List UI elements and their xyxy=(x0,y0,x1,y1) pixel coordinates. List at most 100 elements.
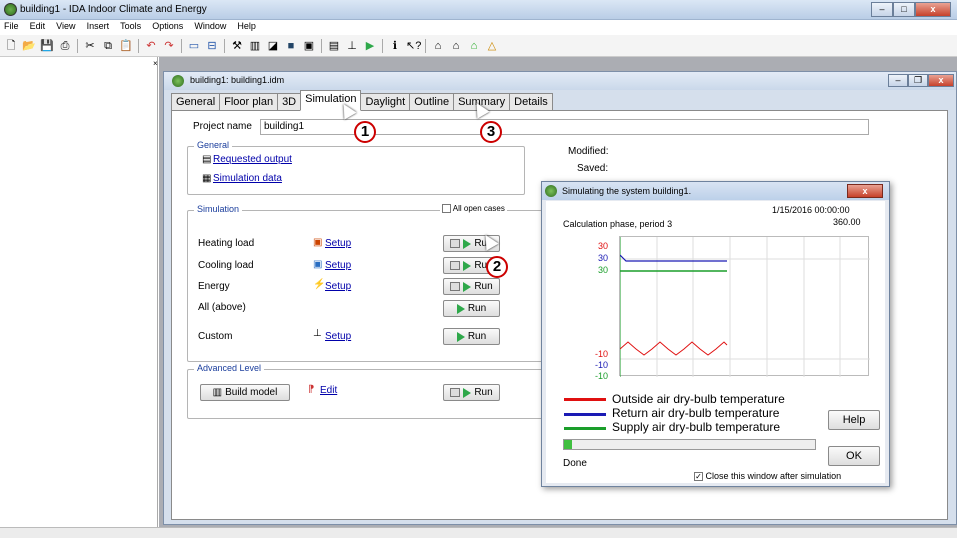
doc-minimize-button[interactable]: – xyxy=(888,74,908,87)
menu-edit[interactable]: Edit xyxy=(30,21,46,31)
open-icon[interactable]: 📂 xyxy=(22,39,36,53)
menu-tools[interactable]: Tools xyxy=(120,21,141,31)
close-pane-icon[interactable]: × xyxy=(153,59,158,68)
menu-window[interactable]: Window xyxy=(194,21,226,31)
custom-run-button[interactable]: Run xyxy=(443,328,500,345)
doc-close-button[interactable]: x xyxy=(928,74,954,87)
energy-run-button[interactable]: Run xyxy=(443,278,500,295)
dialog-body: 1/15/2016 00:00:00 Calculation phase, pe… xyxy=(546,201,885,483)
save-icon[interactable]: 💾 xyxy=(40,39,54,53)
cooling-load-label: Cooling load xyxy=(198,260,254,271)
menu-options[interactable]: Options xyxy=(152,21,183,31)
report-icon[interactable]: ▤ xyxy=(327,39,341,53)
run-icon xyxy=(456,303,465,314)
print-icon[interactable]: ⎙ xyxy=(58,39,72,53)
building-icon-b[interactable]: ⌂ xyxy=(449,39,463,53)
requested-output-icon: ▤ xyxy=(202,154,212,165)
info-icon[interactable]: ℹ xyxy=(388,39,402,53)
cut-icon[interactable]: ✂ xyxy=(83,39,97,53)
tab-daylight[interactable]: Daylight xyxy=(360,93,411,111)
menu-insert[interactable]: Insert xyxy=(87,21,110,31)
simulation-group-title: Simulation xyxy=(194,204,243,214)
chart-icon[interactable]: ⊥ xyxy=(345,39,359,53)
y-label-return-top: 30 xyxy=(598,253,609,263)
modified-label: Modified: xyxy=(568,146,609,157)
all-run-button[interactable]: Run xyxy=(443,300,500,317)
tab-general[interactable]: General xyxy=(171,93,221,111)
building-icon-d[interactable]: △ xyxy=(485,39,499,53)
tool-icon-a[interactable]: ⚒ xyxy=(230,39,244,53)
toolbar-separator xyxy=(382,38,383,53)
window-icon[interactable]: ▭ xyxy=(187,39,201,53)
callout-3: 3 xyxy=(480,121,502,143)
close-after-label: Close this window after simulation xyxy=(705,471,842,481)
left-pane: × xyxy=(0,57,158,527)
ok-button[interactable]: OK xyxy=(828,446,880,466)
minimize-button[interactable]: – xyxy=(871,2,893,17)
cooling-setup-link[interactable]: Setup xyxy=(325,260,351,271)
tool-icon-e[interactable]: ▣ xyxy=(302,39,316,53)
building-icon-c[interactable]: ⌂ xyxy=(467,39,481,53)
new-icon[interactable]: 🗋 xyxy=(4,39,18,53)
split-icon[interactable]: ⊟ xyxy=(205,39,219,53)
custom-label: Custom xyxy=(198,331,233,342)
building-icon-a[interactable]: ⌂ xyxy=(431,39,445,53)
copy-icon[interactable]: ⧉ xyxy=(101,39,115,53)
menu-view[interactable]: View xyxy=(56,21,75,31)
requested-output-link[interactable]: Requested output xyxy=(213,154,292,165)
y-label-supply-bottom: -10 xyxy=(595,371,609,381)
run-icon xyxy=(463,260,472,271)
simulation-progress-bar xyxy=(563,439,816,450)
simulation-data-icon: ▦ xyxy=(202,173,212,184)
legend-supply-air: Supply air dry-bulb temperature xyxy=(612,420,781,434)
callout-1: 1 xyxy=(354,121,376,143)
chart-grid xyxy=(620,237,870,377)
heating-setup-icon: ▣ xyxy=(313,237,323,248)
general-group-title: General xyxy=(194,140,233,150)
all-open-cases[interactable]: All open cases xyxy=(440,204,507,214)
tool-icon-d[interactable]: ■ xyxy=(284,39,298,53)
y-label-outside-top: 30 xyxy=(598,241,609,251)
menu-file[interactable]: File xyxy=(4,21,19,31)
undo-icon[interactable]: ↶ xyxy=(144,39,158,53)
dialog-close-button[interactable]: x xyxy=(847,184,883,198)
help-cursor-icon[interactable]: ↖? xyxy=(406,39,421,53)
all-open-cases-checkbox[interactable] xyxy=(442,204,451,214)
help-button[interactable]: Help xyxy=(828,410,880,430)
edit-link[interactable]: Edit xyxy=(320,385,337,396)
run-box-icon xyxy=(450,239,461,248)
run-box-icon xyxy=(450,261,461,270)
document-title-bar: building1: building1.idm – ❐ x xyxy=(164,72,956,90)
tab-3d[interactable]: 3D xyxy=(277,93,302,111)
redo-icon[interactable]: ↷ xyxy=(162,39,176,53)
simulation-data-link[interactable]: Simulation data xyxy=(213,173,282,184)
document-title: building1: building1.idm xyxy=(190,75,285,85)
tab-floor-plan[interactable]: Floor plan xyxy=(219,93,279,111)
temperature-chart xyxy=(619,236,870,377)
custom-setup-link[interactable]: Setup xyxy=(325,331,351,342)
calculation-phase: Calculation phase, period 3 xyxy=(563,219,673,229)
simulation-date: 1/15/2016 00:00:00 xyxy=(772,205,850,215)
run-icon[interactable]: ▶ xyxy=(363,39,377,53)
tab-details[interactable]: Details xyxy=(509,93,553,111)
menu-help[interactable]: Help xyxy=(237,21,256,31)
advanced-run-button[interactable]: Run xyxy=(443,384,500,401)
close-button[interactable]: x xyxy=(915,2,951,17)
close-after-checkbox[interactable]: ✓ xyxy=(694,472,703,482)
toolbar: 🗋 📂 💾 ⎙ ✂ ⧉ 📋 ↶ ↷ ▭ ⊟ ⚒ ▥ ◪ ■ ▣ ▤ ⊥ ▶ ℹ … xyxy=(0,35,957,57)
build-model-button[interactable]: ▥ Build model xyxy=(200,384,290,401)
close-after-option[interactable]: ✓ Close this window after simulation xyxy=(694,471,842,482)
project-name-field[interactable]: building1 xyxy=(260,119,869,135)
tool-icon-b[interactable]: ▥ xyxy=(248,39,262,53)
app-icon xyxy=(4,3,17,16)
paste-icon[interactable]: 📋 xyxy=(119,39,133,53)
doc-restore-button[interactable]: ❐ xyxy=(908,74,928,87)
heating-load-label: Heating load xyxy=(198,238,255,249)
y-label-supply-top: 30 xyxy=(598,265,609,275)
energy-setup-link[interactable]: Setup xyxy=(325,281,351,292)
tab-outline[interactable]: Outline xyxy=(409,93,455,111)
maximize-button[interactable]: □ xyxy=(893,2,915,17)
run-icon xyxy=(463,281,472,292)
tool-icon-c[interactable]: ◪ xyxy=(266,39,280,53)
heating-setup-link[interactable]: Setup xyxy=(325,238,351,249)
